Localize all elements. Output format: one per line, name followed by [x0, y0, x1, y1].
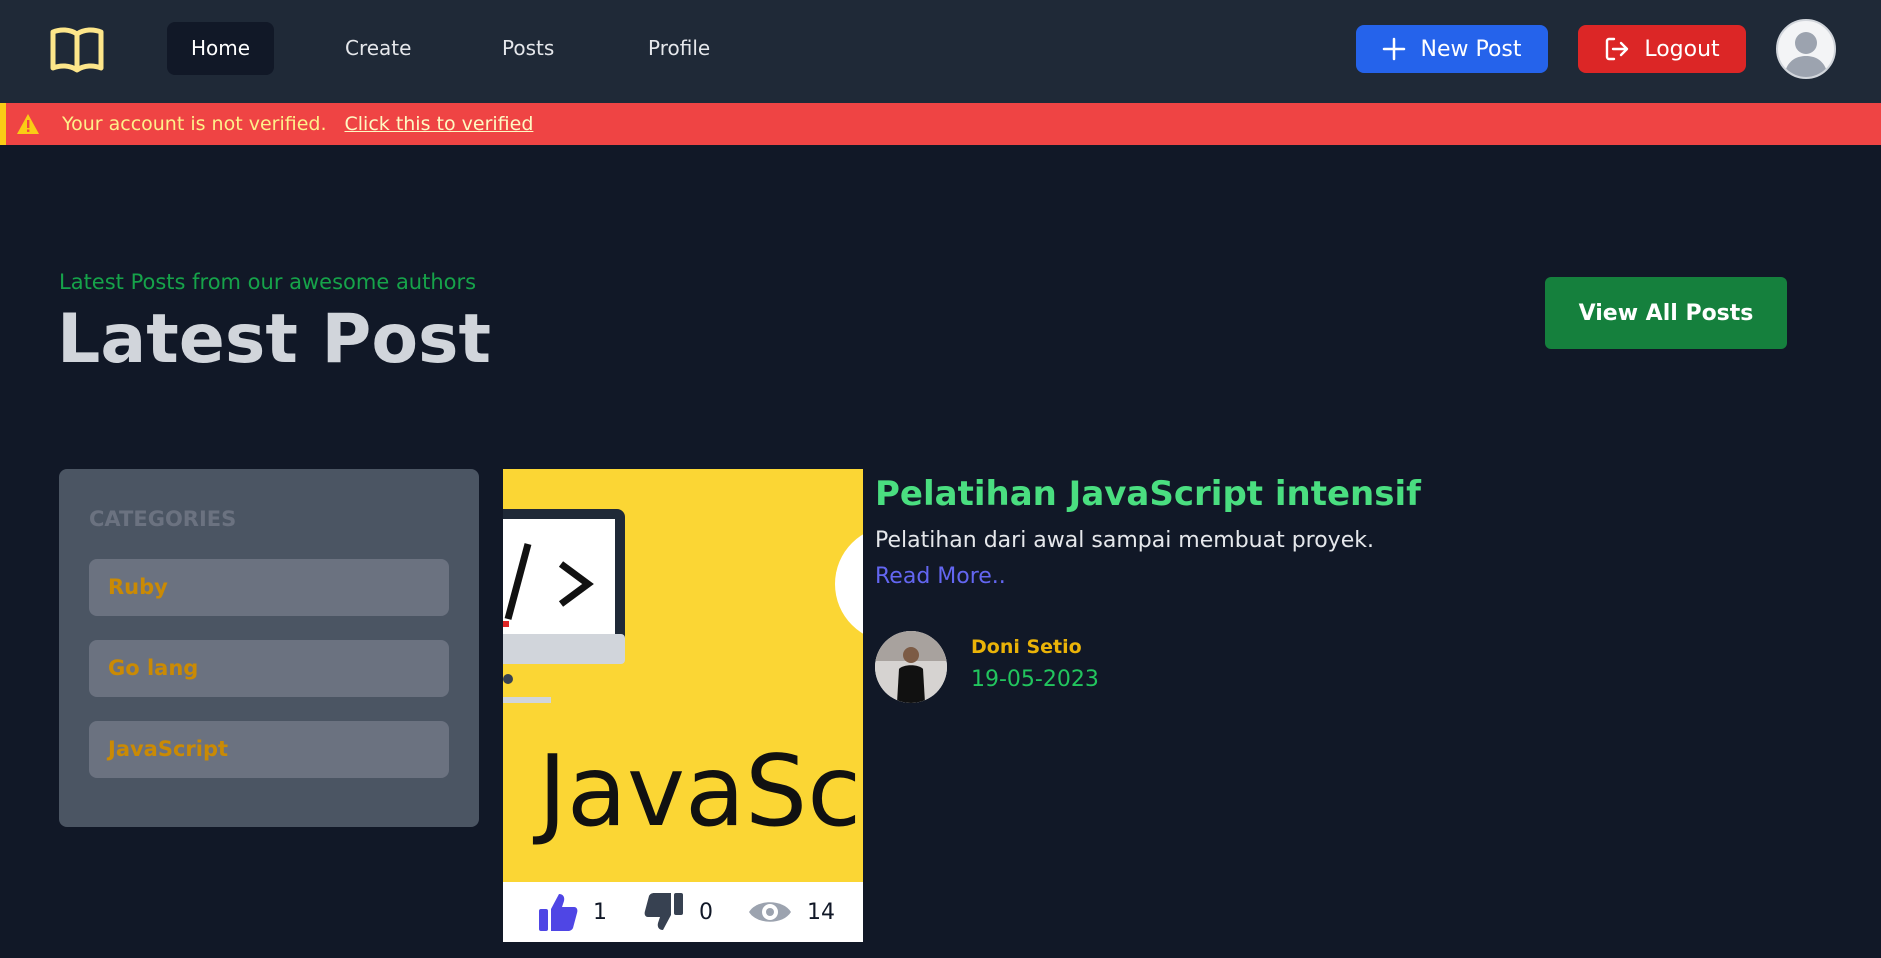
- logout-icon: [1606, 37, 1629, 61]
- new-post-label: New Post: [1420, 36, 1522, 62]
- author-name[interactable]: Doni Setio: [971, 636, 1082, 658]
- nav-posts[interactable]: Posts: [478, 22, 578, 75]
- dislike-group[interactable]: 0: [643, 891, 713, 933]
- logout-button[interactable]: Logout: [1578, 25, 1746, 73]
- navbar: Home Create Posts Profile New Post Logou…: [0, 0, 1881, 103]
- nav-profile[interactable]: Profile: [624, 22, 734, 75]
- eye-icon: [749, 902, 791, 922]
- thumbs-up-icon[interactable]: [537, 891, 579, 933]
- page-title: Latest Post: [57, 300, 492, 379]
- view-all-posts-button[interactable]: View All Posts: [1545, 277, 1787, 349]
- plus-icon: [1383, 37, 1406, 61]
- nav-create[interactable]: Create: [321, 22, 435, 75]
- warning-icon: [17, 114, 39, 134]
- views-group: 14: [747, 895, 835, 929]
- category-javascript[interactable]: JavaScript: [89, 721, 449, 778]
- categories-heading: CATEGORIES: [89, 507, 237, 531]
- post-title[interactable]: Pelatihan JavaScript intensif: [875, 474, 1421, 514]
- verify-link[interactable]: Click this to verified: [345, 113, 534, 135]
- new-post-button[interactable]: New Post: [1356, 25, 1548, 73]
- post-description: Pelatihan dari awal sampai membuat proye…: [875, 528, 1374, 553]
- post-thumbnail[interactable]: JavaScri: [503, 469, 863, 882]
- like-group[interactable]: 1: [537, 891, 607, 933]
- reactions-bar: 1 0 14: [503, 882, 863, 942]
- monitor-code-icon: [503, 509, 863, 703]
- book-icon[interactable]: [50, 26, 104, 74]
- section-subtitle: Latest Posts from our awesome authors: [59, 270, 477, 294]
- category-go-lang[interactable]: Go lang: [89, 640, 449, 697]
- user-avatar-icon[interactable]: [1776, 19, 1836, 79]
- verification-alert: Your account is not verified. Click this…: [0, 103, 1881, 145]
- post-date: 19-05-2023: [971, 667, 1099, 692]
- logout-label: Logout: [1644, 36, 1720, 62]
- thumbs-down-icon[interactable]: [643, 891, 685, 933]
- categories-panel: CATEGORIES Ruby Go lang JavaScript: [59, 469, 479, 827]
- thumbnail-text: JavaScri: [538, 735, 863, 849]
- author-avatar[interactable]: [875, 631, 947, 703]
- dislike-count: 0: [699, 899, 713, 925]
- view-count: 14: [807, 899, 835, 925]
- category-ruby[interactable]: Ruby: [89, 559, 449, 616]
- read-more-link[interactable]: Read More..: [875, 564, 1006, 589]
- alert-message: Your account is not verified.: [62, 113, 327, 135]
- nav-home[interactable]: Home: [167, 22, 275, 75]
- like-count: 1: [593, 899, 607, 925]
